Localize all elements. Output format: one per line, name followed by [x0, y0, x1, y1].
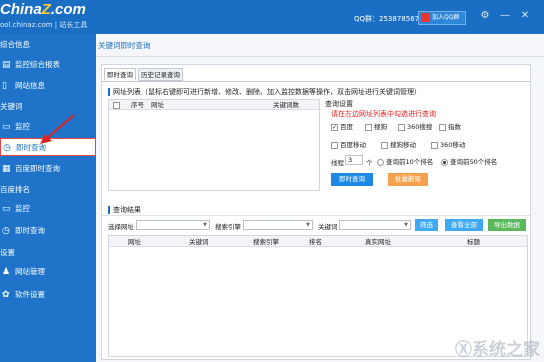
sidebar-item-monitor-report[interactable]: ▤ 监控综合报表 — [0, 56, 96, 74]
app-subtitle: ool.chinaz.com | 站长工具 — [0, 21, 88, 29]
results-header-url: 网址 — [128, 238, 141, 246]
gear-icon: ✿ — [2, 290, 10, 300]
sidebar-item-software-settings[interactable]: ✿ 软件设置 — [0, 286, 96, 304]
watermark-logo: Ⓧ系统之家 — [455, 340, 540, 359]
page-title: 关键词即时查询 — [98, 41, 151, 50]
sidebar-item-rank-instant-query[interactable]: ◷ 即时查询 — [0, 222, 96, 240]
url-list-header-keyword-count: 关键词数 — [273, 101, 299, 109]
engine-checkbox-baidu-mobile[interactable]: 百度移动 — [331, 139, 366, 149]
sidebar-section-overview: 综合信息 — [0, 40, 30, 49]
results-header-title: 标题 — [467, 238, 480, 246]
filter-button[interactable]: 筛选 — [415, 219, 438, 231]
threads-unit: 个 — [366, 159, 373, 167]
grid-icon: ▦ — [2, 164, 11, 174]
chart-icon: ▤ — [2, 60, 11, 70]
sidebar-item-rank-monitor[interactable]: ▭ 监控 — [0, 200, 96, 218]
engine-filter-label: 搜索引擎 — [215, 223, 241, 231]
minimize-icon[interactable]: — — [498, 9, 512, 23]
export-data-button[interactable]: 导出数据 — [488, 219, 526, 231]
sidebar-section-settings: 设置 — [0, 248, 15, 257]
title-bar: ChinaZ.com ool.chinaz.com | 站长工具 QQ群：253… — [0, 0, 544, 34]
sidebar-item-site-info[interactable]: ▯ 网站信息 — [0, 77, 96, 95]
settings-icon[interactable]: ⚙ — [478, 9, 492, 23]
monitor-icon: ▭ — [2, 122, 11, 132]
url-list-table[interactable]: 序号 网址 关键词数 — [108, 99, 320, 191]
clock-icon: ◷ — [3, 143, 11, 153]
sidebar-section-baidu-rank: 百度排名 — [0, 185, 30, 194]
engine-checkbox-360-mobile[interactable]: 360移动 — [431, 139, 465, 149]
url-list-title: 网址列表（鼠标右键即可进行新增、修改、删除、加入监控数据等操作，双击网址进行关键… — [108, 87, 421, 97]
document-icon: ▯ — [2, 81, 7, 91]
results-header-engine: 搜索引擎 — [253, 238, 279, 246]
engine-filter-dropdown[interactable] — [243, 220, 313, 230]
select-site-label: 选择网址 — [108, 223, 134, 231]
content-panel: 即时查询 历史记录查询 网址列表（鼠标右键即可进行新增、修改、删除、加入监控数据… — [101, 64, 531, 360]
engine-checkbox-index[interactable]: 指数 — [439, 121, 461, 131]
engine-checkbox-360[interactable]: 360搜搜 — [398, 121, 432, 131]
clock-icon: ◷ — [2, 226, 10, 236]
radio-top10[interactable]: 查询前10个排名 — [377, 156, 433, 166]
results-header-real-url: 真实网址 — [365, 238, 391, 246]
join-qq-button[interactable]: 加入QQ群 — [418, 11, 466, 25]
divider — [96, 56, 544, 57]
engine-checkbox-sogou-mobile[interactable]: 搜狗移动 — [381, 139, 416, 149]
qq-group-text: QQ群：253878567 — [354, 15, 420, 23]
batch-delete-button[interactable]: 批量删除 — [388, 173, 428, 186]
url-list-header-url: 网址 — [151, 101, 164, 109]
query-settings-title: 查询设置 — [325, 100, 353, 108]
keyword-filter-input[interactable] — [339, 220, 411, 230]
sidebar-item-baidu-instant-query[interactable]: ▦ 百度即时查询 — [0, 160, 96, 178]
sidebar-section-keywords: 关键词 — [0, 102, 23, 111]
engine-checkbox-baidu[interactable]: ✓ 百度 — [331, 121, 353, 131]
app-logo: ChinaZ.com — [0, 1, 86, 18]
qq-avatar-icon — [421, 13, 430, 22]
view-all-button[interactable]: 查看全部 — [445, 219, 483, 231]
monitor-icon: ▭ — [2, 204, 11, 214]
users-icon: ♟ — [2, 267, 11, 277]
radio-top50[interactable]: 查询前50个排名 — [441, 156, 497, 166]
query-hint: 请在左边网址列表中勾选进行查询 — [331, 110, 436, 118]
url-list-header-index: 序号 — [131, 101, 144, 109]
results-title: 查询结果 — [108, 205, 141, 215]
results-header-keyword: 关键词 — [189, 238, 209, 246]
tab-history-query[interactable]: 历史记录查询 — [138, 68, 183, 81]
sidebar-item-site-management[interactable]: ♟ 网站管理 — [0, 263, 96, 281]
main-content: 关键词即时查询 即时查询 历史记录查询 网址列表（鼠标右键即可进行新增、修改、删… — [96, 34, 544, 362]
sidebar: 综合信息 ▤ 监控综合报表 ▯ 网站信息 关键词 ▭ 监控 ◷ 即时查询 ▦ 百… — [0, 34, 96, 362]
threads-label: 线程 — [331, 159, 344, 167]
instant-query-button[interactable]: 即时查询 — [331, 173, 373, 186]
select-site-dropdown[interactable] — [136, 220, 210, 230]
tab-instant-query[interactable]: 即时查询 — [104, 68, 136, 81]
results-header-rank: 排名 — [309, 238, 322, 246]
engine-checkbox-sogou[interactable]: 搜狗 — [365, 121, 387, 131]
select-all-checkbox[interactable] — [113, 101, 120, 109]
tab-divider — [102, 81, 530, 82]
close-icon[interactable]: ✕ — [518, 9, 532, 23]
threads-stepper[interactable]: 3 — [345, 155, 363, 165]
keyword-filter-label: 关键词 — [318, 223, 338, 231]
annotation-arrow — [40, 114, 75, 144]
